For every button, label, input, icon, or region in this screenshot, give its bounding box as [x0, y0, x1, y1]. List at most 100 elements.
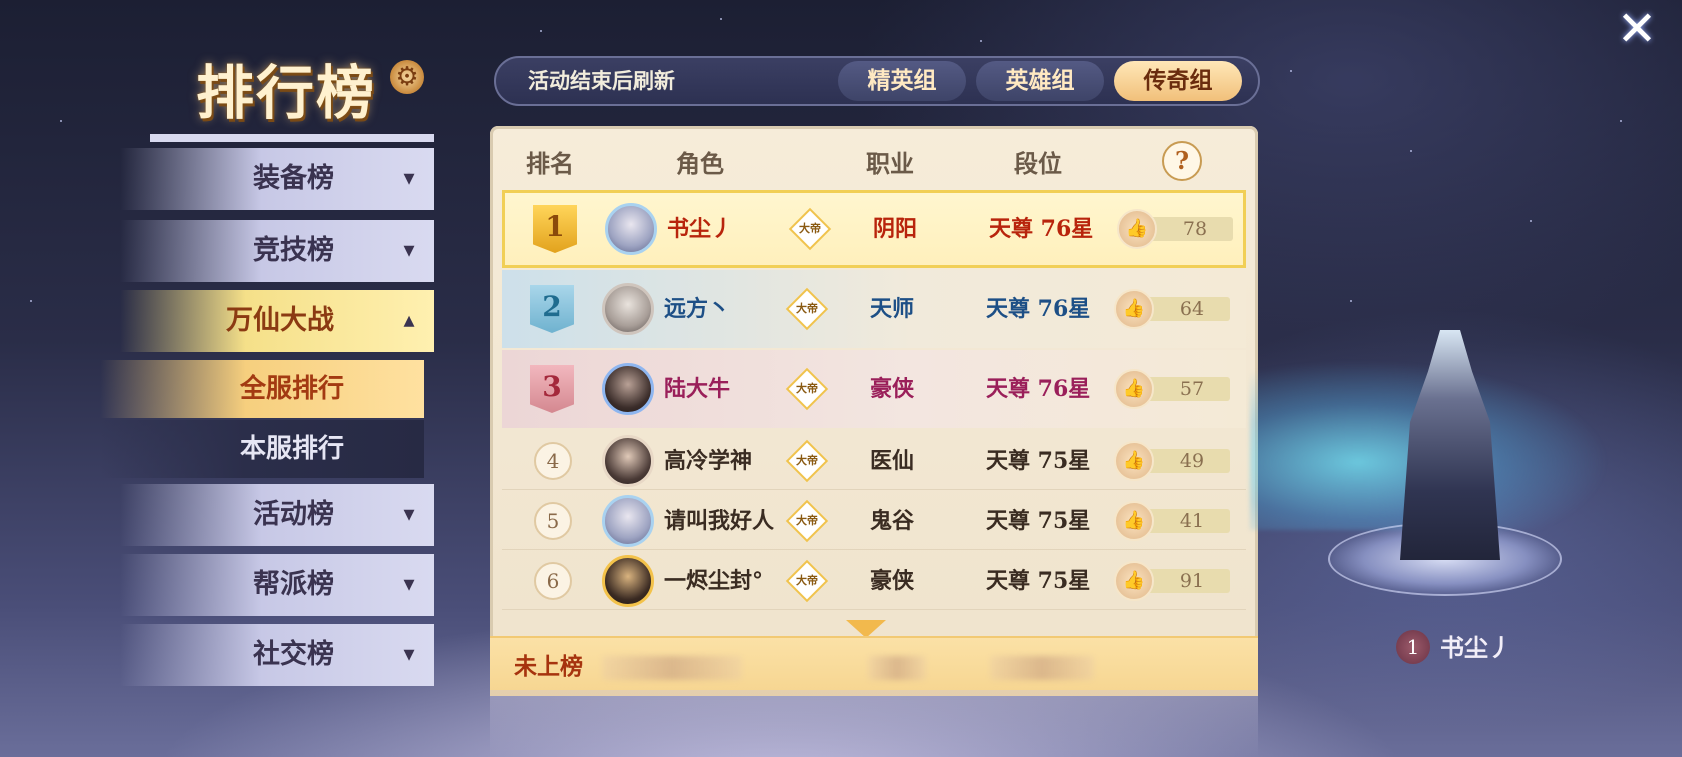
display-player-name: 书尘丿: [1440, 633, 1512, 662]
chevron-down-icon: ▾: [403, 502, 415, 527]
self-rank-label: 未上榜: [514, 653, 583, 680]
close-icon[interactable]: ✕: [1612, 5, 1662, 53]
star: [60, 120, 62, 122]
sidebar-item-event[interactable]: 活动榜 ▾: [120, 484, 434, 546]
rank-number: 4: [534, 441, 572, 480]
chevron-up-icon: ▴: [403, 308, 415, 333]
tab-hero[interactable]: 英雄组: [976, 61, 1104, 101]
avatar[interactable]: [605, 203, 657, 255]
emblem-label: 大帝: [799, 222, 821, 235]
table-row[interactable]: 1 书尘丿 大帝 阴阳 天尊 76星 78 👍: [502, 190, 1246, 268]
star: [980, 40, 982, 42]
title-emblem-icon: 大帝: [788, 207, 832, 251]
blurred-player-name: [602, 656, 742, 680]
thumbs-up-icon[interactable]: 👍: [1114, 369, 1154, 409]
sidebar-item-social[interactable]: 社交榜 ▾: [120, 624, 434, 686]
header-class: 职业: [866, 149, 914, 178]
star: [540, 30, 542, 32]
rank-badge-silver: 2: [530, 285, 574, 333]
sidebar-item-label: 活动榜: [253, 499, 334, 530]
rank-badge-gold: 1: [533, 205, 577, 253]
header-role: 角色: [676, 149, 724, 178]
player-name: 高冷学神: [664, 448, 753, 474]
title-emblem-icon: 大帝: [785, 287, 829, 331]
header-tier: 段位: [1014, 149, 1062, 178]
sidebar-subitem-label: 本服排行: [239, 434, 344, 464]
player-name: 请叫我好人: [664, 508, 775, 534]
emblem-label: 大帝: [796, 573, 818, 587]
table-row[interactable]: 3 陆大牛 大帝 豪侠 天尊 76星 57 👍: [502, 350, 1246, 428]
player-tier: 天尊 76星: [986, 296, 1091, 322]
sidebar-item-wanxian[interactable]: 万仙大战 ▴: [120, 290, 434, 352]
sidebar-subitem-this-server[interactable]: 本服排行: [100, 420, 424, 478]
title-emblem-icon: 大帝: [785, 439, 829, 482]
display-rank-badge: 1: [1396, 630, 1430, 664]
player-name: 一烬尘封°: [664, 568, 764, 594]
header-rank: 排名: [526, 149, 574, 178]
title-emblem-icon: 大帝: [785, 499, 829, 542]
sidebar-item-label: 社交榜: [253, 639, 334, 670]
group-tabs-bar: 活动结束后刷新 精英组 英雄组 传奇组: [494, 56, 1260, 106]
title-emblem-icon: 大帝: [785, 367, 829, 411]
player-tier: 天尊 76星: [986, 376, 1091, 402]
sidebar-subitem-label: 全服排行: [239, 374, 344, 404]
sidebar-item-guild[interactable]: 帮派榜 ▾: [120, 554, 434, 616]
rank-number: 6: [534, 561, 572, 600]
emblem-label: 大帝: [796, 453, 818, 467]
player-class: 阴阳: [873, 216, 918, 242]
emblem-label: 大帝: [796, 302, 818, 315]
tab-legend[interactable]: 传奇组: [1114, 61, 1242, 101]
panel-bottom-fade: [490, 690, 1258, 757]
player-name: 书尘丿: [667, 216, 734, 242]
page-title: 排行榜: [196, 59, 377, 127]
star: [30, 300, 32, 302]
chevron-down-icon: ▾: [403, 642, 415, 667]
blurred-player-class: [868, 656, 926, 680]
sidebar-item-label: 竞技榜: [253, 235, 334, 266]
refresh-note: 活动结束后刷新: [528, 68, 675, 93]
table-row[interactable]: 5 请叫我好人 大帝 鬼谷 天尊 75星 41 👍: [502, 492, 1246, 550]
emblem-label: 大帝: [796, 513, 818, 527]
player-class: 鬼谷: [870, 508, 915, 534]
thumbs-up-icon[interactable]: 👍: [1114, 560, 1154, 601]
star: [1620, 120, 1622, 122]
sidebar-top-divider: [150, 134, 434, 142]
player-class: 医仙: [870, 448, 915, 474]
tab-elite[interactable]: 精英组: [838, 61, 966, 101]
player-tier: 天尊 75星: [986, 508, 1091, 534]
chevron-down-icon: ▾: [403, 238, 415, 263]
title-emblem-icon: 大帝: [785, 559, 829, 602]
sidebar-item-arena[interactable]: 竞技榜 ▾: [120, 220, 434, 282]
table-row[interactable]: 6 一烬尘封° 大帝 豪侠 天尊 75星 91 👍: [502, 552, 1246, 610]
blurred-player-tier: [990, 656, 1094, 680]
avatar[interactable]: [602, 434, 654, 487]
avatar[interactable]: [602, 363, 654, 415]
gear-icon[interactable]: ⚙: [390, 60, 424, 94]
thumbs-up-icon[interactable]: 👍: [1114, 440, 1154, 481]
sidebar-item-label: 万仙大战: [226, 305, 334, 336]
chevron-down-icon: ▾: [403, 572, 415, 597]
thumbs-up-icon[interactable]: 👍: [1114, 289, 1154, 329]
avatar[interactable]: [602, 283, 654, 335]
avatar[interactable]: [602, 554, 654, 607]
star: [1290, 70, 1292, 72]
star: [1410, 150, 1412, 152]
table-row[interactable]: 4 高冷学神 大帝 医仙 天尊 75星 49 👍: [502, 432, 1246, 490]
sidebar-subitem-all-servers[interactable]: 全服排行: [100, 360, 424, 418]
player-tier: 天尊 75星: [986, 448, 1091, 474]
player-class: 豪侠: [870, 568, 915, 594]
player-tier: 天尊 76星: [989, 216, 1094, 242]
player-class: 天师: [870, 296, 915, 322]
thumbs-up-icon[interactable]: 👍: [1117, 209, 1157, 249]
sidebar-item-label: 帮派榜: [253, 569, 334, 600]
star: [720, 18, 722, 20]
avatar[interactable]: [602, 494, 654, 547]
thumbs-up-icon[interactable]: 👍: [1114, 500, 1154, 541]
help-icon[interactable]: ?: [1162, 141, 1202, 181]
table-row[interactable]: 2 远方丶 大帝 天师 天尊 76星 64 👍: [502, 270, 1246, 348]
player-name: 陆大牛: [664, 376, 731, 402]
star: [1530, 220, 1532, 222]
sidebar-item-equipment[interactable]: 装备榜 ▾: [120, 148, 434, 210]
rank-number: 5: [534, 501, 572, 540]
player-class: 豪侠: [870, 376, 915, 402]
